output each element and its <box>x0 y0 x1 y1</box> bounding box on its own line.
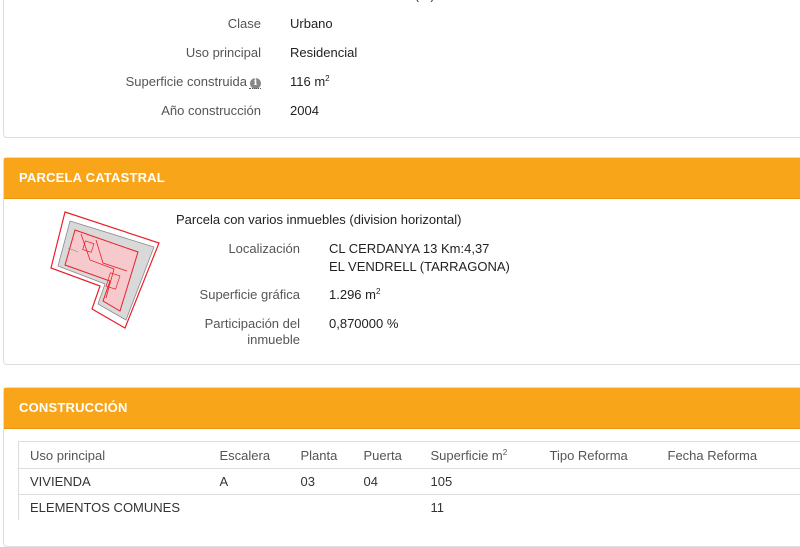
ano-construccion-label: Año construcción <box>60 103 261 118</box>
col-planta: Planta <box>290 442 353 469</box>
superficie-construida-text: Superficie construida <box>126 74 247 89</box>
cell-uso: VIVIENDA <box>19 469 209 495</box>
cell-tipo-reforma <box>539 495 657 521</box>
col-escalera: Escalera <box>209 442 290 469</box>
construccion-table: Uso principal Escalera Planta Puerta Sup… <box>18 441 800 520</box>
ano-construccion-value: 2004 <box>290 103 319 118</box>
clase-label: Clase <box>60 16 261 31</box>
superficie-grafica-value: 1.296 m2 <box>329 287 380 302</box>
participacion-value: 0,870000 % <box>329 316 398 331</box>
uso-principal-label: Uso principal <box>60 45 261 60</box>
cell-superficie: 11 <box>420 495 539 521</box>
localizacion-label: Localización <box>176 241 300 256</box>
cell-escalera: A <box>209 469 290 495</box>
table-header-row: Uso principal Escalera Planta Puerta Sup… <box>19 442 800 469</box>
cell-planta: 03 <box>290 469 353 495</box>
superficie-construida-value: 116 m2 <box>290 74 330 89</box>
col-tipo-reforma: Tipo Reforma <box>539 442 657 469</box>
cell-uso: ELEMENTOS COMUNES <box>19 495 209 521</box>
parcel-map-thumbnail[interactable] <box>48 208 160 330</box>
localizacion-line1: CL CERDANYA 13 Km:4,37 <box>329 241 489 256</box>
cell-fecha-reforma <box>657 495 800 521</box>
superficie-construida-number: 116 m <box>290 74 325 89</box>
parcela-heading: PARCELA CATASTRAL <box>4 158 800 199</box>
localizacion-line2: EL VENDRELL (TARRAGONA) <box>329 259 510 274</box>
superficie-grafica-label: Superficie gráfica <box>176 287 300 302</box>
participacion-label-line2: inmueble <box>176 332 300 347</box>
col-superficie-text: Superficie m <box>431 448 503 463</box>
col-superficie: Superficie m2 <box>420 442 539 469</box>
col-puerta: Puerta <box>353 442 420 469</box>
clase-value: Urbano <box>290 16 333 31</box>
col-uso-principal: Uso principal <box>19 442 209 469</box>
uso-principal-value: Residencial <box>290 45 357 60</box>
cut-off-text: (...) <box>415 0 495 2</box>
table-row: VIVIENDA A 03 04 105 <box>19 469 800 495</box>
cell-escalera <box>209 495 290 521</box>
cell-tipo-reforma <box>539 469 657 495</box>
cell-fecha-reforma <box>657 469 800 495</box>
col-superficie-sup: 2 <box>503 448 507 457</box>
superficie-construida-label: Superficie construidai <box>60 74 261 89</box>
participacion-label-line1: Participación del <box>176 316 300 331</box>
table-row: ELEMENTOS COMUNES 11 <box>19 495 800 521</box>
col-fecha-reforma: Fecha Reforma <box>657 442 800 469</box>
cell-puerta <box>353 495 420 521</box>
construccion-heading: CONSTRUCCIÓN <box>4 388 800 429</box>
cell-puerta: 04 <box>353 469 420 495</box>
parcela-description: Parcela con varios inmuebles (division h… <box>176 212 461 227</box>
cell-planta <box>290 495 353 521</box>
superficie-construida-unit-sup: 2 <box>325 74 329 83</box>
superficie-grafica-number: 1.296 m <box>329 287 376 302</box>
superficie-grafica-unit-sup: 2 <box>376 287 380 296</box>
info-underline <box>249 88 261 89</box>
cell-superficie: 105 <box>420 469 539 495</box>
